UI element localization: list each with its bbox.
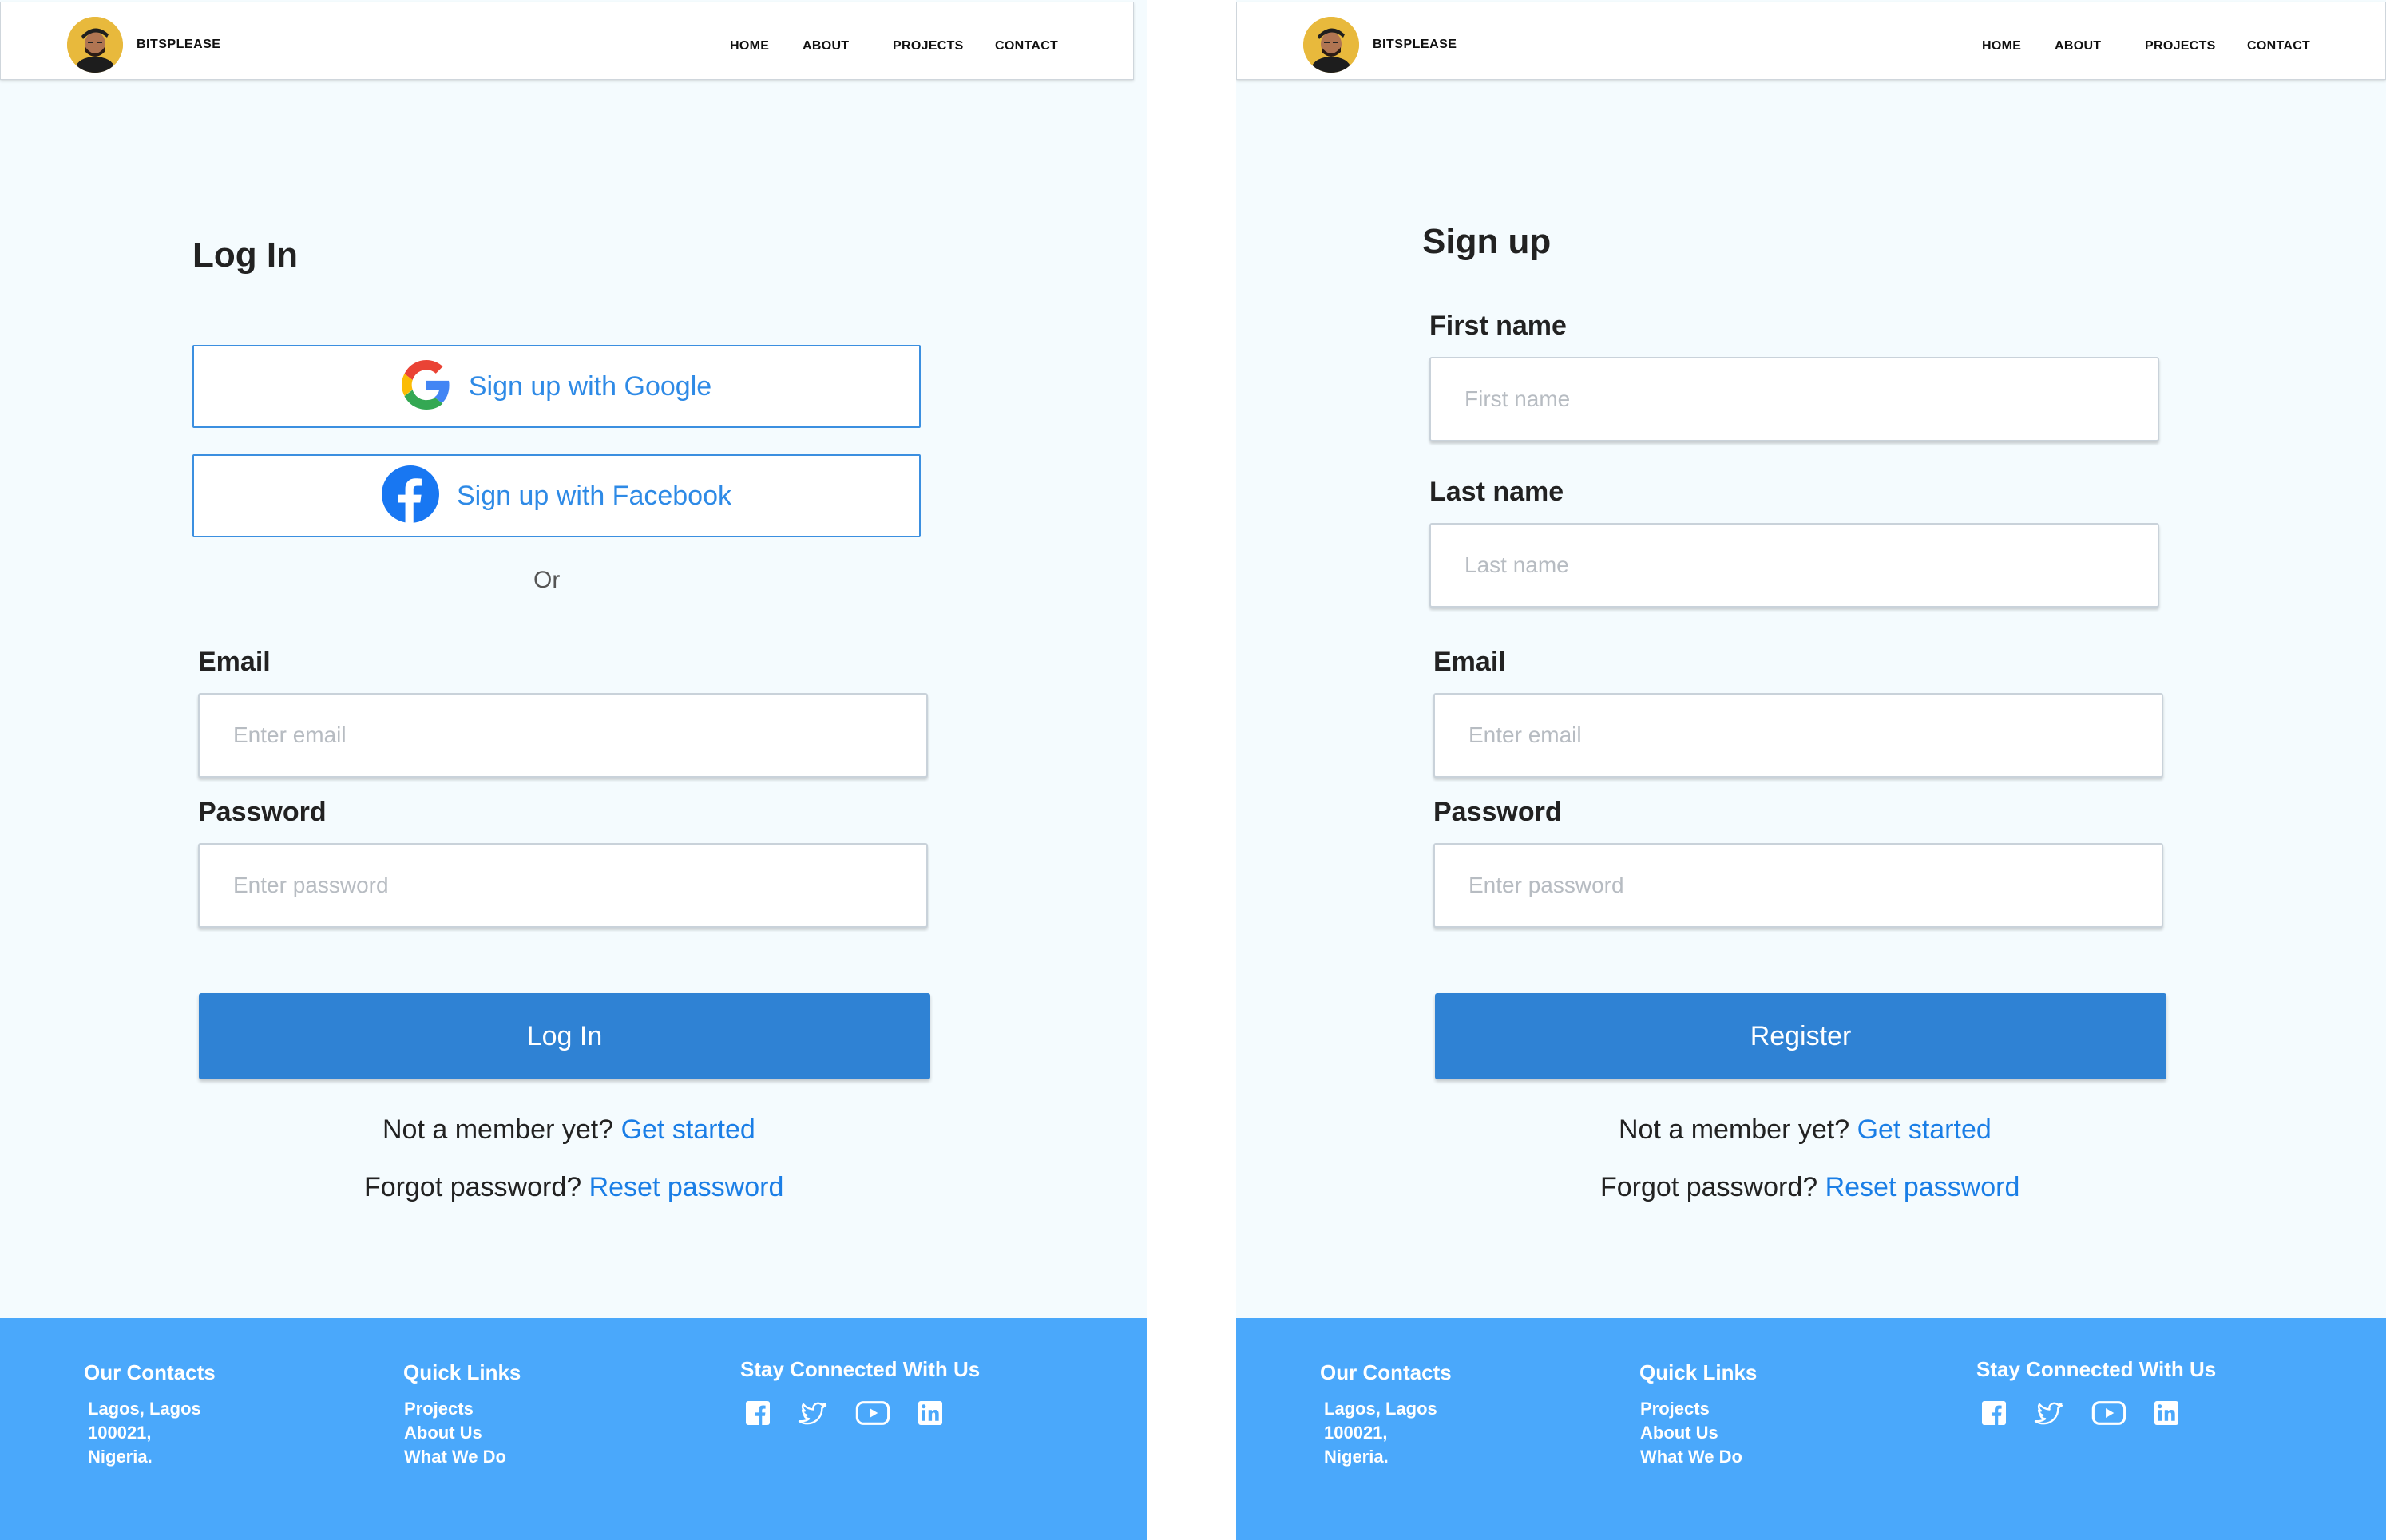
- register-button[interactable]: Register: [1435, 993, 2166, 1079]
- google-icon: [401, 359, 451, 414]
- member-prompt-text: Not a member yet?: [1619, 1114, 1850, 1145]
- footer-link-projects[interactable]: Projects: [1640, 1399, 1710, 1419]
- email-field[interactable]: [1433, 693, 2163, 778]
- login-page: BITSPLEASE HOME ABOUT PROJECTS CONTACT L…: [0, 0, 1147, 1540]
- avatar[interactable]: [1303, 17, 1359, 73]
- nav-contact[interactable]: CONTACT: [2247, 39, 2310, 53]
- linkedin-icon[interactable]: [2152, 1399, 2181, 1431]
- get-started-link[interactable]: Get started: [1857, 1114, 1992, 1145]
- social-title: Stay Connected With Us: [1976, 1357, 2217, 1381]
- footer: Our Contacts Lagos, Lagos 100021, Nigeri…: [1236, 1318, 2386, 1540]
- contacts-title: Our Contacts: [1320, 1360, 1452, 1384]
- page-title: Sign up: [1422, 222, 1552, 261]
- twitter-icon[interactable]: [2034, 1399, 2066, 1431]
- facebook-icon[interactable]: [1980, 1399, 2008, 1431]
- address-line: Nigeria.: [1324, 1447, 1389, 1467]
- brand-name[interactable]: BITSPLEASE: [1373, 38, 1457, 52]
- facebook-icon: [382, 465, 439, 527]
- signup-page: BITSPLEASE HOME ABOUT PROJECTS CONTACT S…: [1236, 0, 2386, 1540]
- nav-home[interactable]: HOME: [730, 39, 769, 53]
- nav-projects[interactable]: PROJECTS: [893, 39, 964, 53]
- nav-about[interactable]: ABOUT: [2055, 39, 2101, 53]
- address-line: Nigeria.: [88, 1447, 153, 1467]
- footer-link-about[interactable]: About Us: [404, 1423, 482, 1443]
- avatar[interactable]: [67, 17, 123, 73]
- facebook-icon[interactable]: [743, 1399, 772, 1431]
- first-name-field[interactable]: [1429, 357, 2159, 441]
- contacts-title: Our Contacts: [84, 1360, 216, 1384]
- brand-name[interactable]: BITSPLEASE: [137, 38, 220, 52]
- google-signup-label: Sign up with Google: [468, 370, 712, 402]
- quick-links-title: Quick Links: [403, 1360, 521, 1384]
- footer-link-projects[interactable]: Projects: [404, 1399, 474, 1419]
- google-signup-button[interactable]: Sign up with Google: [192, 345, 921, 428]
- social-title: Stay Connected With Us: [740, 1357, 981, 1381]
- nav-home[interactable]: HOME: [1982, 39, 2021, 53]
- footer: Our Contacts Lagos, Lagos 100021, Nigeri…: [0, 1318, 1147, 1540]
- reset-password-link[interactable]: Reset password: [589, 1172, 784, 1202]
- member-prompt: Not a member yet? Get started: [382, 1114, 755, 1146]
- login-button[interactable]: Log In: [199, 993, 930, 1079]
- nav-about[interactable]: ABOUT: [803, 39, 849, 53]
- get-started-link[interactable]: Get started: [621, 1114, 755, 1145]
- page-title: Log In: [192, 236, 298, 275]
- footer-link-about[interactable]: About Us: [1640, 1423, 1718, 1443]
- reset-password-link[interactable]: Reset password: [1825, 1172, 2020, 1202]
- linkedin-icon[interactable]: [916, 1399, 945, 1431]
- forgot-prompt: Forgot password? Reset password: [1600, 1172, 2019, 1203]
- top-navbar: BITSPLEASE HOME ABOUT PROJECTS CONTACT: [1236, 2, 2386, 80]
- forgot-prompt: Forgot password? Reset password: [364, 1172, 783, 1203]
- email-label: Email: [1433, 647, 1506, 677]
- email-label: Email: [198, 647, 271, 677]
- facebook-signup-button[interactable]: Sign up with Facebook: [192, 454, 921, 537]
- social-icons: [1980, 1399, 2181, 1431]
- address-line: Lagos, Lagos: [1324, 1399, 1437, 1419]
- member-prompt: Not a member yet? Get started: [1619, 1114, 1992, 1146]
- or-divider: Or: [533, 567, 561, 593]
- last-name-field[interactable]: [1429, 523, 2159, 608]
- social-icons: [743, 1399, 945, 1431]
- address-line: Lagos, Lagos: [88, 1399, 201, 1419]
- nav-contact[interactable]: CONTACT: [995, 39, 1058, 53]
- last-name-label: Last name: [1429, 477, 1564, 507]
- facebook-signup-label: Sign up with Facebook: [457, 480, 731, 511]
- youtube-icon[interactable]: [855, 1399, 890, 1431]
- password-field[interactable]: [198, 843, 928, 928]
- address-line: 100021,: [1324, 1423, 1388, 1443]
- address-line: 100021,: [88, 1423, 152, 1443]
- twitter-icon[interactable]: [798, 1399, 830, 1431]
- first-name-label: First name: [1429, 311, 1567, 341]
- footer-link-what-we-do[interactable]: What We Do: [404, 1447, 506, 1467]
- member-prompt-text: Not a member yet?: [382, 1114, 614, 1145]
- quick-links-title: Quick Links: [1639, 1360, 1758, 1384]
- youtube-icon[interactable]: [2091, 1399, 2126, 1431]
- forgot-prompt-text: Forgot password?: [364, 1172, 582, 1202]
- forgot-prompt-text: Forgot password?: [1600, 1172, 1818, 1202]
- footer-link-what-we-do[interactable]: What We Do: [1640, 1447, 1742, 1467]
- password-label: Password: [1433, 797, 1562, 827]
- password-field[interactable]: [1433, 843, 2163, 928]
- nav-projects[interactable]: PROJECTS: [2145, 39, 2216, 53]
- password-label: Password: [198, 797, 327, 827]
- email-field[interactable]: [198, 693, 928, 778]
- top-navbar: BITSPLEASE HOME ABOUT PROJECTS CONTACT: [0, 2, 1134, 80]
